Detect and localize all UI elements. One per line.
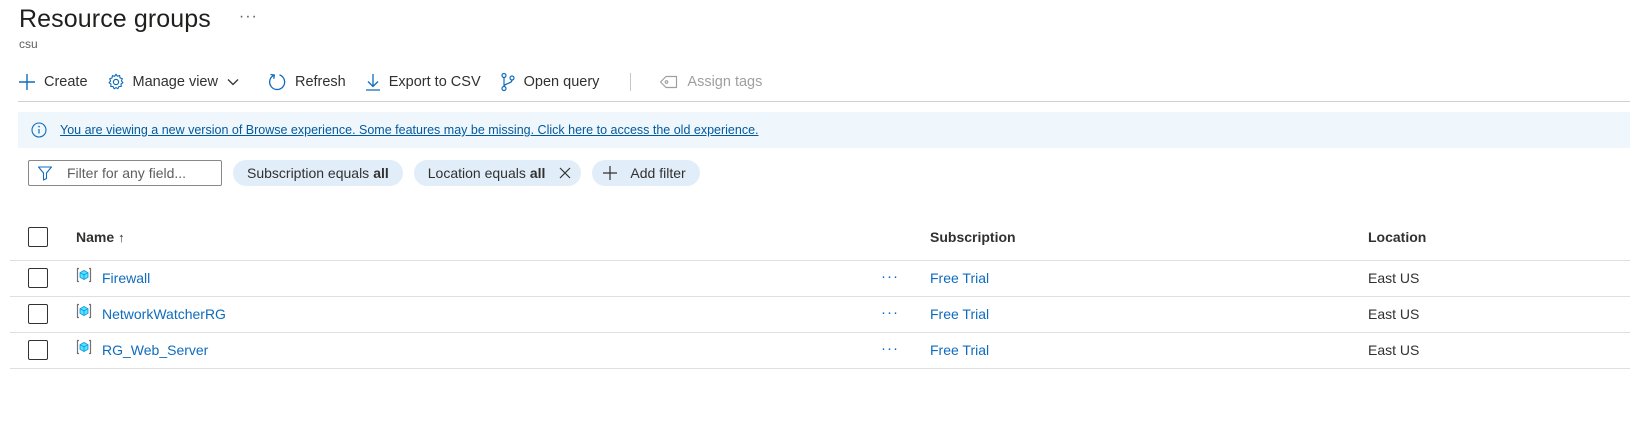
resource-group-name-link[interactable]: NetworkWatcherRG	[102, 306, 226, 322]
table-row: NetworkWatcherRG ··· Free Trial East US	[10, 297, 1630, 333]
pill-value: all	[529, 165, 546, 181]
location-cell: East US	[1368, 270, 1420, 286]
close-icon[interactable]	[559, 167, 571, 179]
column-header-name[interactable]: Name ↑	[76, 229, 125, 245]
location-filter-pill[interactable]: Location equals all	[413, 160, 582, 186]
resource-group-icon	[76, 303, 92, 319]
page-subtitle: csu	[19, 37, 38, 51]
resource-group-name-link[interactable]: RG_Web_Server	[102, 342, 208, 358]
row-checkbox[interactable]	[28, 340, 48, 360]
column-name-label: Name	[76, 229, 115, 245]
plus-icon	[603, 166, 618, 180]
manage-view-label: Manage view	[132, 74, 218, 90]
filter-input[interactable]	[67, 165, 207, 181]
query-icon	[501, 72, 515, 92]
old-experience-link[interactable]: You are viewing a new version of Browse …	[60, 123, 759, 137]
table-header-row: Name ↑ Subscription Location	[10, 218, 1630, 261]
assign-tags-label: Assign tags	[687, 74, 763, 90]
filter-icon	[37, 166, 53, 181]
resource-group-icon	[76, 267, 92, 283]
subscription-filter-pill[interactable]: Subscription equals all	[233, 160, 403, 186]
open-query-button[interactable]: Open query	[500, 68, 600, 96]
row-more-button[interactable]: ···	[881, 304, 899, 321]
pill-value: all	[373, 165, 389, 181]
filter-box[interactable]	[28, 160, 222, 186]
page-title: Resource groups	[19, 4, 211, 33]
resource-group-icon	[76, 339, 92, 355]
pill-label: Location equals	[427, 165, 526, 181]
chevron-down-icon	[227, 79, 239, 86]
pill-label: Subscription equals	[247, 165, 370, 181]
table-row: Firewall ··· Free Trial East US	[10, 261, 1630, 297]
download-icon	[365, 74, 380, 91]
row-checkbox[interactable]	[28, 304, 48, 324]
command-bar: Create Manage view Refresh Export to CSV…	[18, 68, 781, 96]
table-row: RG_Web_Server ··· Free Trial East US	[10, 333, 1630, 369]
resource-group-name-link[interactable]: Firewall	[102, 270, 150, 286]
subscription-link[interactable]: Free Trial	[930, 270, 989, 286]
row-checkbox[interactable]	[28, 268, 48, 288]
tag-icon	[660, 75, 678, 89]
export-csv-label: Export to CSV	[388, 74, 481, 90]
export-csv-button[interactable]: Export to CSV	[365, 68, 481, 96]
location-cell: East US	[1368, 306, 1420, 322]
refresh-label: Refresh	[294, 74, 346, 90]
select-all-checkbox[interactable]	[28, 227, 48, 247]
info-banner: You are viewing a new version of Browse …	[18, 112, 1630, 148]
column-header-subscription[interactable]: Subscription	[930, 229, 1016, 245]
plus-icon	[19, 74, 35, 90]
sort-ascending-icon: ↑	[118, 230, 125, 245]
gear-icon	[107, 73, 124, 90]
open-query-label: Open query	[523, 74, 600, 90]
assign-tags-button[interactable]: Assign tags	[659, 68, 762, 96]
subscription-link[interactable]: Free Trial	[930, 342, 989, 358]
row-more-button[interactable]: ···	[881, 340, 899, 357]
add-filter-label: Add filter	[630, 165, 686, 181]
column-header-location[interactable]: Location	[1368, 229, 1426, 245]
create-button[interactable]: Create	[18, 68, 88, 96]
info-icon	[31, 122, 47, 138]
row-more-button[interactable]: ···	[881, 268, 899, 285]
refresh-icon	[268, 73, 286, 91]
refresh-button[interactable]: Refresh	[267, 68, 346, 96]
more-options-button[interactable]: ···	[239, 8, 258, 26]
subscription-link[interactable]: Free Trial	[930, 306, 989, 322]
add-filter-button[interactable]: Add filter	[592, 160, 700, 186]
location-cell: East US	[1368, 342, 1420, 358]
manage-view-button[interactable]: Manage view	[107, 68, 248, 96]
create-label: Create	[44, 74, 88, 90]
toolbar-divider-line	[18, 101, 1630, 102]
title-row: Resource groups ···	[19, 2, 258, 36]
resource-groups-table: Name ↑ Subscription Location Firewall ···…	[10, 218, 1630, 369]
toolbar-divider	[630, 73, 632, 91]
filter-bar: Subscription equals all Location equals …	[28, 159, 700, 187]
